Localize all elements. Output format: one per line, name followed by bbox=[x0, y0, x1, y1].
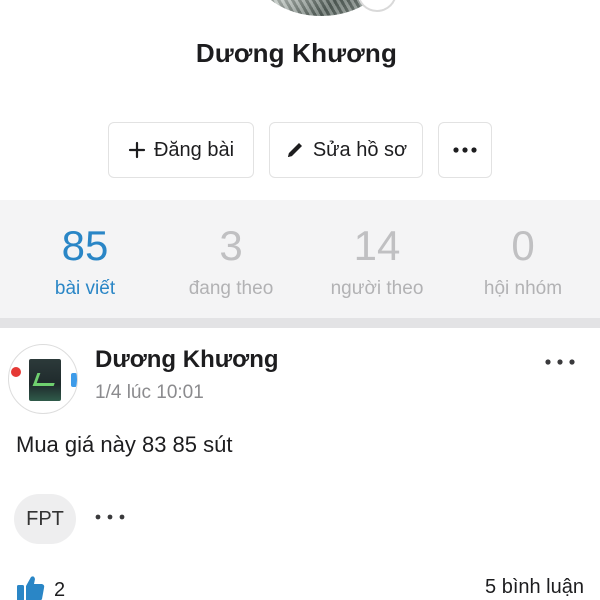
post-timestamp[interactable]: 1/4 lúc 10:01 bbox=[95, 382, 204, 404]
more-horizontal-icon bbox=[545, 359, 575, 365]
stock-tag-chip[interactable]: FPT bbox=[14, 494, 76, 544]
book-cover-image bbox=[29, 359, 61, 401]
edit-profile-label: Sửa hồ sơ bbox=[312, 138, 408, 161]
stat-followers[interactable]: 14 người theo bbox=[304, 200, 450, 318]
stat-value: 85 bbox=[61, 222, 109, 269]
post-author-avatar[interactable] bbox=[8, 344, 78, 414]
thumbs-up-icon bbox=[16, 574, 46, 600]
stat-posts[interactable]: 85 bài viết bbox=[12, 200, 158, 318]
comment-count[interactable]: 5 bình luận bbox=[485, 576, 584, 599]
post-more-button[interactable] bbox=[540, 352, 580, 372]
stat-value: 14 bbox=[353, 222, 401, 269]
stat-label: đang theo bbox=[188, 278, 274, 299]
more-horizontal-icon bbox=[452, 146, 478, 154]
avatar-dot bbox=[11, 367, 21, 377]
profile-name: Dương Khương bbox=[195, 38, 398, 68]
more-options-button[interactable] bbox=[438, 122, 492, 178]
section-divider bbox=[0, 318, 600, 328]
more-horizontal-icon bbox=[95, 514, 125, 520]
create-post-button[interactable]: Đăng bài bbox=[108, 122, 254, 178]
stat-label: bài viết bbox=[54, 278, 116, 299]
stat-value: 0 bbox=[511, 222, 535, 269]
stat-label: người theo bbox=[330, 278, 424, 299]
create-post-label: Đăng bài bbox=[153, 138, 235, 161]
stat-label: hội nhóm bbox=[483, 278, 563, 299]
stat-following[interactable]: 3 đang theo bbox=[158, 200, 304, 318]
tag-more-button[interactable] bbox=[90, 507, 130, 527]
avatar-tag bbox=[71, 373, 77, 387]
profile-actions: Đăng bài Sửa hồ sơ bbox=[108, 122, 492, 178]
profile-stats: 85 bài viết 3 đang theo 14 người theo 0 … bbox=[0, 200, 600, 318]
pencil-icon bbox=[285, 140, 305, 160]
plus-icon bbox=[128, 141, 146, 159]
edit-profile-button[interactable]: Sửa hồ sơ bbox=[269, 122, 423, 178]
like-summary[interactable]: 2 bbox=[16, 574, 65, 600]
stat-value: 3 bbox=[219, 222, 243, 269]
stat-groups[interactable]: 0 hội nhóm bbox=[450, 200, 596, 318]
post-author-name[interactable]: Dương Khương bbox=[95, 346, 279, 374]
post-body: Mua giá này 83 85 sút bbox=[16, 432, 233, 457]
like-count: 2 bbox=[54, 579, 66, 600]
